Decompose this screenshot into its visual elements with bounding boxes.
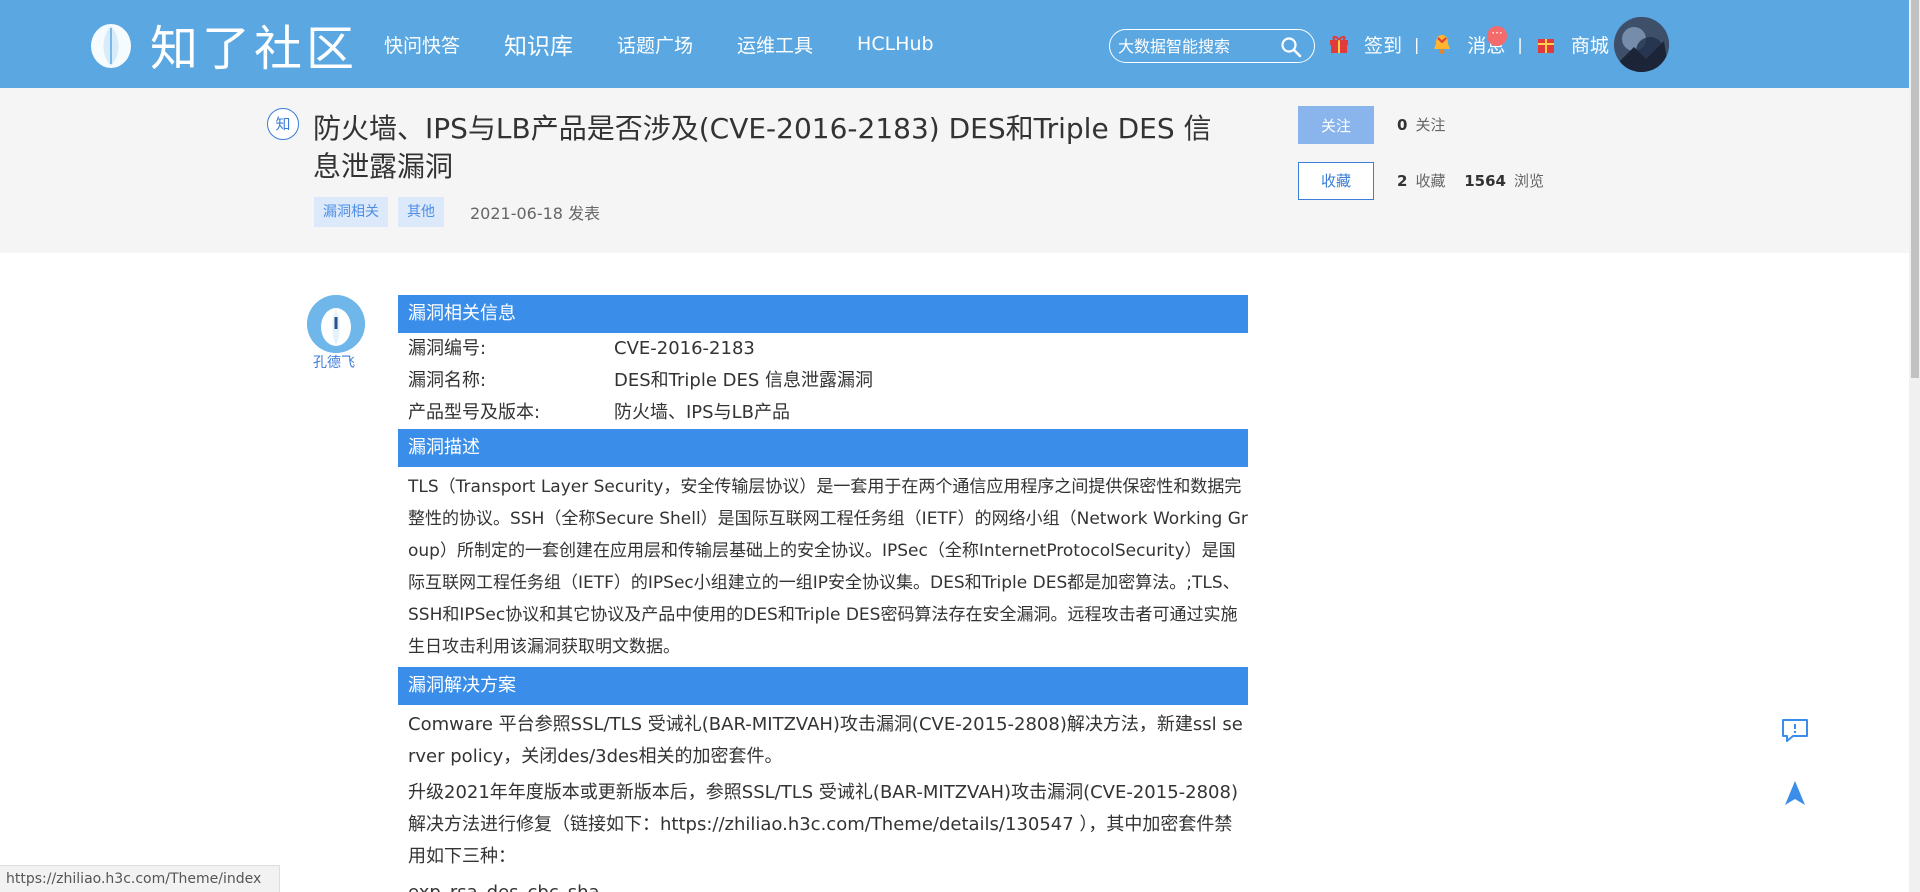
page-title: 防火墙、IPS与LB产品是否涉及(CVE-2016-2183) DES和Trip… bbox=[313, 112, 1212, 183]
back-to-top-icon[interactable] bbox=[1779, 777, 1811, 809]
favorites-label: 收藏 bbox=[1415, 172, 1446, 190]
search-input[interactable] bbox=[1118, 36, 1278, 56]
separator: | bbox=[1517, 34, 1523, 54]
avatar-image-icon bbox=[1614, 17, 1669, 72]
article-content: 漏洞相关信息 漏洞编号: CVE-2016-2183 漏洞名称: DES和Tri… bbox=[398, 295, 1248, 892]
author-name[interactable]: 孔德飞 bbox=[313, 352, 355, 372]
main-nav: 快问快答 知识库 话题广场 运维工具 HCLHub bbox=[384, 0, 978, 88]
nav-ops-tools[interactable]: 运维工具 bbox=[737, 31, 813, 58]
bell-icon bbox=[1434, 35, 1451, 54]
feedback-icon[interactable] bbox=[1779, 714, 1811, 746]
checkin-label: 签到 bbox=[1364, 34, 1403, 57]
description-text: TLS（Transport Layer Security，安全传输层协议）是一套… bbox=[408, 477, 1248, 657]
nav-knowledge-base[interactable]: 知识库 bbox=[504, 27, 573, 61]
status-bar-url: https://zhiliao.h3c.com/Theme/index bbox=[0, 865, 280, 892]
publish-date: 2021-06-18 发表 bbox=[470, 204, 601, 223]
followers-stat: 0 关注 bbox=[1397, 114, 1445, 135]
info-key: 产品型号及版本: bbox=[408, 402, 541, 423]
solution-paragraph: Comware 平台参照SSL/TLS 受诫礼(BAR-MITZVAH)攻击漏洞… bbox=[408, 714, 1243, 767]
site-logo[interactable]: 知了社区 bbox=[88, 16, 358, 77]
info-value: CVE-2016-2183 bbox=[614, 338, 755, 359]
search-icon[interactable] bbox=[1280, 36, 1302, 58]
logo-text: 知了社区 bbox=[150, 21, 359, 77]
cicada-logo-icon bbox=[91, 24, 131, 68]
favorites-count: 2 bbox=[1397, 172, 1408, 190]
favorites-stat: 2 收藏 1564 浏览 bbox=[1397, 170, 1544, 191]
nav-hclhub[interactable]: HCLHub bbox=[857, 33, 934, 55]
author-avatar[interactable] bbox=[307, 295, 365, 353]
scrollbar-thumb[interactable] bbox=[1911, 0, 1919, 378]
views-count: 1564 bbox=[1464, 172, 1506, 190]
favorite-button[interactable]: 收藏 bbox=[1298, 162, 1374, 200]
tag-vulnerability[interactable]: 漏洞相关 bbox=[314, 197, 388, 227]
shop-link[interactable]: 商城 bbox=[1535, 31, 1609, 58]
messages-badge: ··· bbox=[1487, 26, 1507, 46]
separator: | bbox=[1414, 34, 1420, 54]
user-links: 签到 | 消息 | 商城 bbox=[1328, 0, 1609, 88]
section-vuln-info-heading: 漏洞相关信息 bbox=[398, 295, 1248, 333]
views-label: 浏览 bbox=[1513, 172, 1544, 190]
section-solution-heading: 漏洞解决方案 bbox=[398, 667, 1248, 705]
followers-count: 0 bbox=[1397, 116, 1408, 134]
shop-label: 商城 bbox=[1570, 34, 1609, 57]
gift-icon bbox=[1330, 35, 1348, 53]
nav-quick-qa[interactable]: 快问快答 bbox=[384, 31, 460, 58]
checkin-link[interactable]: 签到 bbox=[1328, 31, 1402, 58]
shop-gift-icon bbox=[1537, 39, 1554, 53]
info-value: DES和Triple DES 信息泄露漏洞 bbox=[614, 370, 874, 391]
tag-list: 漏洞相关 其他 2021-06-18 发表 bbox=[314, 197, 600, 227]
info-key: 漏洞编号: bbox=[408, 338, 487, 359]
followers-label: 关注 bbox=[1415, 116, 1446, 134]
user-avatar[interactable] bbox=[1614, 17, 1669, 72]
section-description-heading: 漏洞描述 bbox=[398, 429, 1248, 467]
page-scrollbar[interactable] bbox=[1909, 0, 1920, 892]
top-navbar: 知了社区 快问快答 知识库 话题广场 运维工具 HCLHub 签到 | bbox=[0, 0, 1909, 88]
info-key: 漏洞名称: bbox=[408, 370, 487, 391]
author-avatar-icon bbox=[307, 295, 365, 353]
search-box bbox=[1109, 29, 1315, 63]
info-value: 防火墙、IPS与LB产品 bbox=[614, 402, 790, 423]
info-row: 漏洞编号: CVE-2016-2183 bbox=[398, 333, 1248, 365]
info-row: 产品型号及版本: 防火墙、IPS与LB产品 bbox=[398, 397, 1248, 429]
solution-paragraph: exp_rsa_des_cbc_sha bbox=[398, 877, 1248, 892]
nav-topic-square[interactable]: 话题广场 bbox=[617, 31, 693, 58]
info-row: 漏洞名称: DES和Triple DES 信息泄露漏洞 bbox=[398, 365, 1248, 397]
knowledge-badge: 知 bbox=[267, 108, 299, 140]
follow-button[interactable]: 关注 bbox=[1298, 106, 1374, 144]
tag-other[interactable]: 其他 bbox=[398, 197, 444, 227]
solution-paragraph: 升级2021年年度版本或更新版本后，参照SSL/TLS 受诫礼(BAR-MITZ… bbox=[408, 782, 1238, 867]
